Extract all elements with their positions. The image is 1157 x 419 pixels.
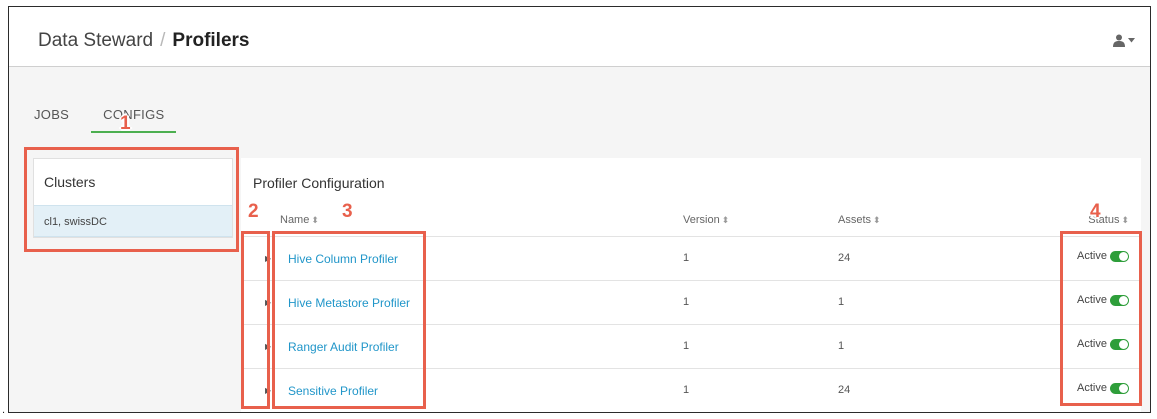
annotation-number-2: 2 (248, 201, 259, 222)
breadcrumb-root[interactable]: Data Steward (38, 30, 153, 51)
column-header-name-label: Name (280, 214, 310, 226)
version-cell: 1 (683, 296, 690, 308)
annotation-box-names (272, 231, 426, 409)
version-cell: 1 (683, 384, 690, 396)
assets-cell: 1 (838, 296, 845, 308)
user-icon (1113, 34, 1125, 47)
top-bar: Data Steward / Profilers (9, 7, 1150, 67)
annotation-number-4: 4 (1090, 201, 1101, 222)
assets-cell: 24 (838, 384, 851, 396)
sort-icon: ⬍ (721, 215, 730, 225)
breadcrumb-separator: / (160, 30, 166, 51)
version-cell: 1 (683, 340, 690, 352)
user-menu[interactable] (1113, 34, 1135, 47)
annotation-box-expand (241, 231, 270, 409)
column-header-assets[interactable]: Assets ⬍ (838, 214, 881, 226)
sort-icon: ⬍ (1121, 215, 1129, 225)
breadcrumb: Data Steward / Profilers (38, 30, 250, 52)
tab-jobs[interactable]: JOBS (34, 107, 69, 133)
panel-title: Profiler Configuration (253, 175, 385, 191)
assets-cell: 24 (838, 252, 851, 264)
annotation-number-1: 1 (120, 113, 131, 134)
annotation-number-3: 3 (342, 201, 353, 222)
column-header-assets-label: Assets (838, 214, 872, 226)
page-title: Profilers (172, 30, 250, 51)
stray-dot: . (2, 404, 6, 416)
annotation-box-status (1060, 231, 1142, 406)
version-cell: 1 (683, 252, 690, 264)
sort-icon: ⬍ (311, 215, 319, 225)
caret-down-icon (1128, 38, 1135, 43)
assets-cell: 1 (838, 340, 845, 352)
column-header-name[interactable]: Name ⬍ (280, 214, 319, 226)
sort-icon: ⬍ (873, 215, 881, 225)
column-header-version-label: Version (683, 214, 720, 226)
tab-configs[interactable]: CONFIGS (91, 107, 177, 133)
annotation-box-clusters (24, 147, 239, 252)
column-header-version[interactable]: Version ⬍ (683, 214, 729, 226)
